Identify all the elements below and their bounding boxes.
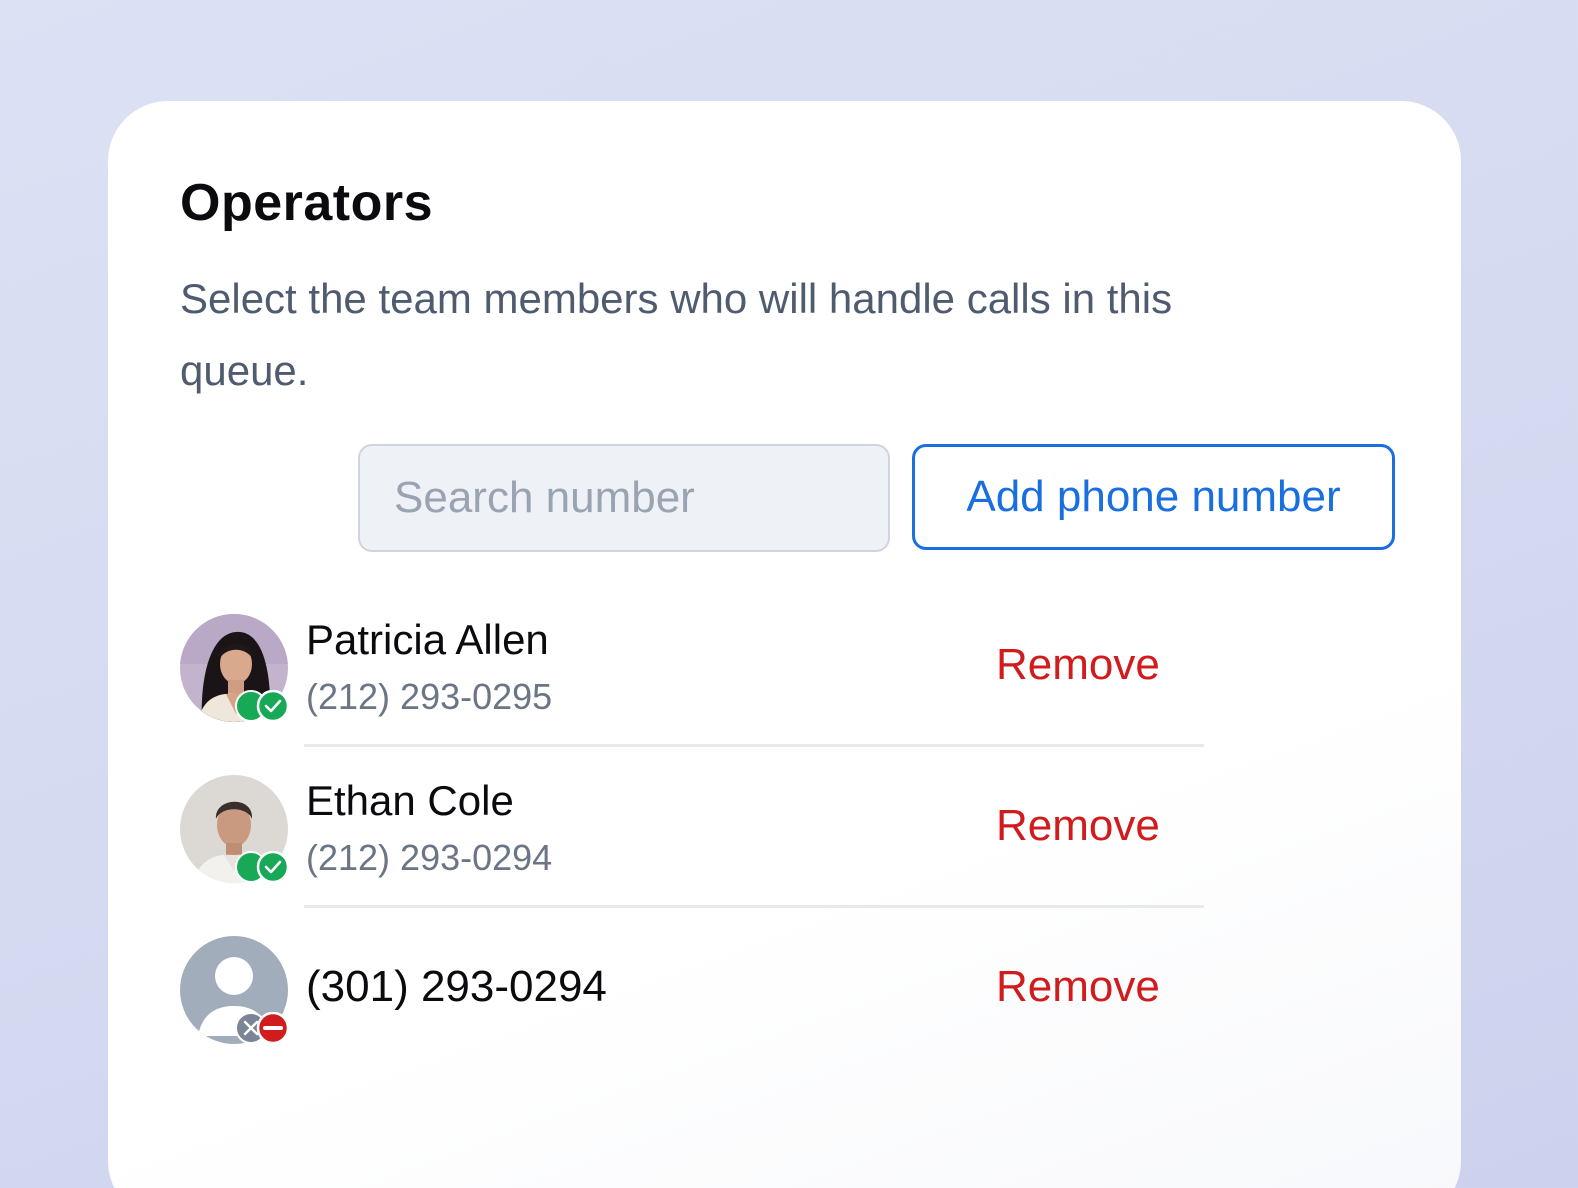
do-not-disturb-icon: [235, 1012, 290, 1044]
operator-name: Patricia Allen: [306, 616, 549, 663]
panel-description: Select the team members who will handle …: [180, 275, 1173, 394]
search-combobox: [358, 444, 890, 552]
operator-phone: (301) 293-0294: [306, 962, 607, 1011]
check-circle-icon: [235, 690, 290, 722]
remove-button[interactable]: Remove: [996, 962, 1160, 1012]
operators-panel: Operators Select the team members who wi…: [108, 101, 1461, 1188]
add-phone-number-button[interactable]: Add phone number: [912, 444, 1395, 550]
operator-phone: (212) 293-0294: [306, 837, 553, 878]
operator-row: Patricia Allen (212) 293-0295 Remove: [180, 614, 1204, 724]
remove-button[interactable]: Remove: [996, 640, 1160, 690]
check-circle-icon: [235, 851, 290, 883]
divider: [304, 744, 1204, 747]
operator-name: Ethan Cole: [306, 777, 514, 824]
divider: [304, 905, 1204, 908]
remove-button[interactable]: Remove: [996, 801, 1160, 851]
operator-row: Ethan Cole (212) 293-0294 Remove: [180, 775, 1204, 885]
operator-row: (301) 293-0294 Remove: [180, 936, 1204, 1046]
operator-phone: (212) 293-0295: [306, 676, 553, 717]
search-input[interactable]: [360, 446, 888, 550]
panel-title: Operators: [180, 174, 434, 232]
